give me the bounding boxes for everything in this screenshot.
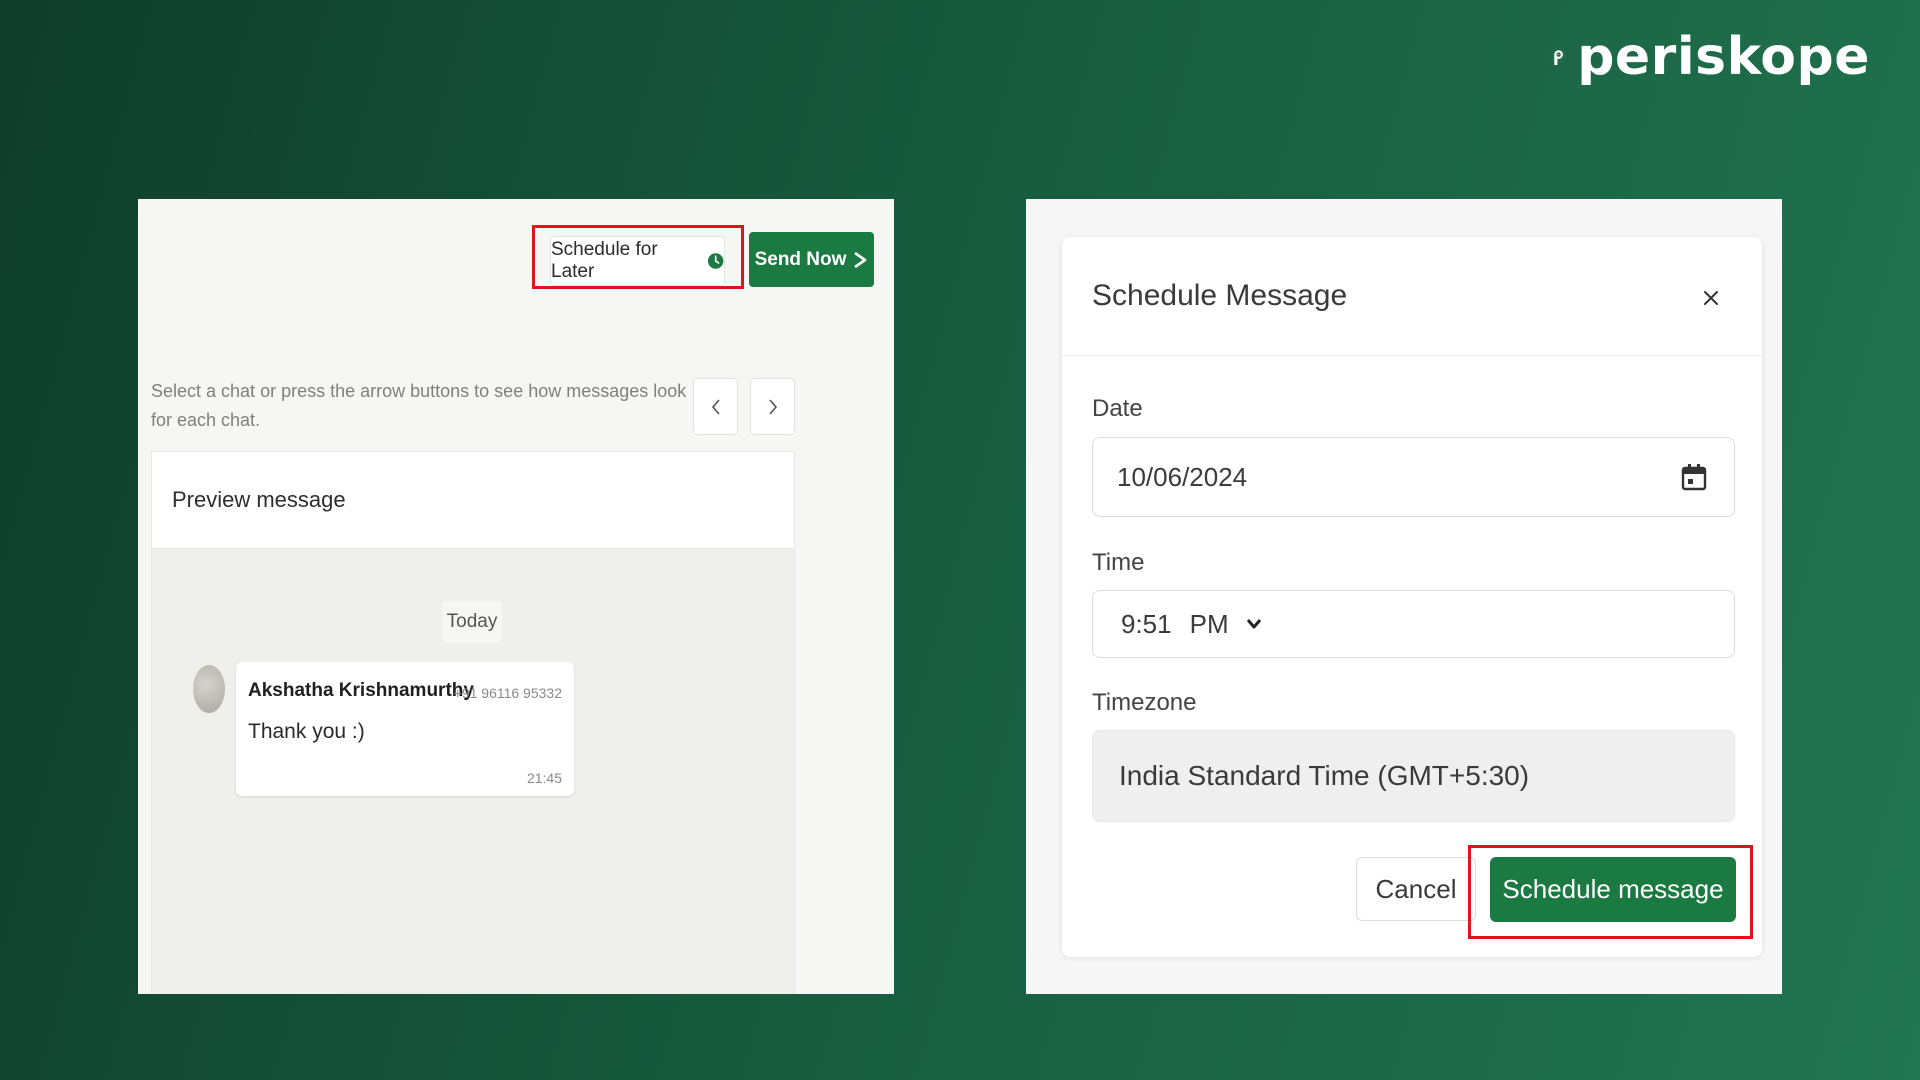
close-icon: [1704, 291, 1718, 305]
date-label: Date: [1092, 395, 1143, 422]
compose-panel: Schedule for Later Send Now Select a cha…: [138, 199, 894, 994]
send-now-button[interactable]: Send Now: [749, 232, 874, 287]
time-label: Time: [1092, 549, 1145, 576]
avatar: [193, 665, 225, 713]
schedule-message-modal: Schedule Message Date 10/06/2024 Time 9:…: [1062, 237, 1762, 957]
message-sender: Akshatha Krishnamurthy: [248, 680, 474, 701]
timezone-label: Timezone: [1092, 689, 1197, 716]
next-chat-button[interactable]: [750, 378, 795, 435]
timezone-field[interactable]: India Standard Time (GMT+5:30): [1092, 730, 1735, 822]
clock-icon: [707, 253, 724, 269]
logo-text: periskope: [1577, 27, 1870, 87]
preview-box: Preview message Today Akshatha Krishnamu…: [151, 451, 795, 994]
chevron-left-icon: [711, 398, 720, 415]
modal-header: Schedule Message: [1062, 237, 1762, 356]
chevron-right-icon: [768, 398, 777, 415]
time-field[interactable]: 9:51 PM: [1092, 590, 1735, 658]
chevron-down-icon: [1246, 619, 1261, 629]
modal-title: Schedule Message: [1092, 279, 1348, 312]
schedule-message-button[interactable]: Schedule message: [1490, 857, 1736, 922]
time-value: 9:51: [1121, 608, 1172, 639]
cancel-label: Cancel: [1375, 873, 1457, 904]
message-time: 21:45: [526, 770, 562, 786]
schedule-message-label: Schedule message: [1502, 874, 1724, 904]
send-arrow-icon: [854, 251, 867, 268]
message-phone: +91 96116 95332: [453, 685, 562, 701]
message-bubble: Akshatha Krishnamurthy +91 96116 95332 T…: [236, 662, 574, 796]
schedule-for-later-button[interactable]: Schedule for Later: [550, 236, 725, 286]
date-field[interactable]: 10/06/2024: [1092, 437, 1735, 517]
periskope-logo-icon: [1551, 48, 1566, 65]
preview-title: Preview message: [152, 452, 794, 549]
schedule-for-later-label: Schedule for Later: [551, 239, 658, 282]
day-separator: Today: [442, 601, 502, 643]
timezone-value: India Standard Time (GMT+5:30): [1119, 760, 1530, 791]
message-text: Thank you :): [248, 720, 365, 743]
cancel-button[interactable]: Cancel: [1356, 857, 1476, 921]
date-value: 10/06/2024: [1117, 461, 1248, 492]
prev-chat-button[interactable]: [693, 378, 738, 435]
preview-hint: Select a chat or press the arrow buttons…: [151, 381, 687, 430]
calendar-icon[interactable]: [1680, 462, 1708, 492]
time-period: PM: [1189, 608, 1229, 639]
chat-preview-area: Today Akshatha Krishnamurthy +91 96116 9…: [152, 549, 794, 994]
close-button[interactable]: [1696, 283, 1726, 313]
schedule-panel: Schedule Message Date 10/06/2024 Time 9:…: [1026, 199, 1782, 994]
send-now-label: Send Now: [754, 248, 847, 270]
periskope-logo: periskope: [1550, 22, 1870, 92]
